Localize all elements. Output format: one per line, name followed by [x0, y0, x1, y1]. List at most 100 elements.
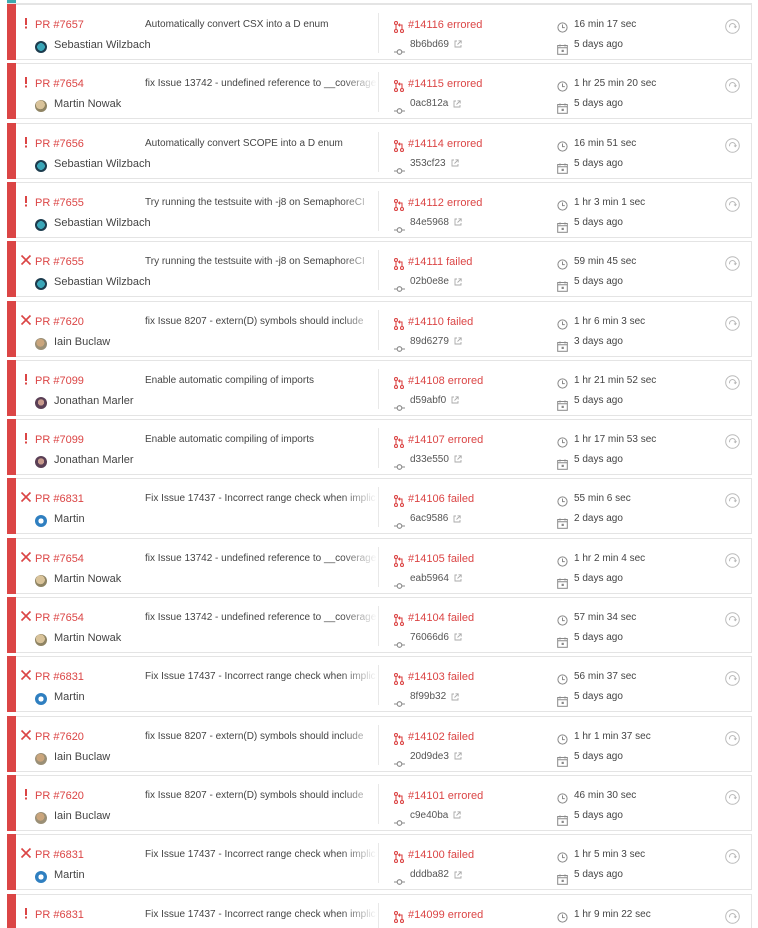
commit-link[interactable]: 20d9de3: [410, 751, 462, 762]
build-number-link[interactable]: #14112 errored: [408, 197, 482, 209]
build-row[interactable]: PR #6831 Fix Issue 17437 - Incorrect rang…: [7, 834, 752, 891]
author-name: Martin Nowak: [54, 98, 122, 111]
pr-link[interactable]: PR #7099: [35, 434, 84, 446]
commit-link[interactable]: d59abf0: [410, 395, 459, 406]
pr-link[interactable]: PR #7656: [35, 138, 84, 150]
cross-icon: [20, 314, 32, 326]
commit-link[interactable]: 02b0e8e: [410, 276, 462, 287]
build-row[interactable]: PR #7655 Try running the testsuite with -…: [7, 181, 752, 238]
avatar: [35, 100, 47, 113]
calendar-icon: [557, 220, 568, 233]
commit-link[interactable]: eab5964: [410, 573, 462, 584]
commit-link[interactable]: 8b6bd69: [410, 39, 462, 50]
pr-link[interactable]: PR #7620: [35, 790, 84, 802]
build-row[interactable]: PR #6831 Fix Issue 17437 - Incorrect rang…: [7, 656, 752, 713]
pr-link[interactable]: PR #7620: [35, 316, 84, 328]
build-number-link[interactable]: #14116 errored: [408, 19, 482, 31]
build-row[interactable]: PR #7654 fix Issue 13742 - undefined refe…: [7, 597, 752, 653]
restart-icon[interactable]: [725, 137, 740, 153]
pr-link[interactable]: PR #7099: [35, 375, 84, 387]
build-duration: 1 hr 2 min 4 sec: [574, 552, 646, 564]
pr-link[interactable]: PR #6831: [35, 671, 84, 683]
commit-link[interactable]: 6ac9586: [410, 513, 462, 524]
build-row[interactable]: PR #7620 fix Issue 8207 - extern(D) symbo…: [7, 774, 752, 831]
restart-icon[interactable]: [725, 730, 740, 746]
pr-link[interactable]: PR #7654: [35, 553, 84, 565]
build-row[interactable]: PR #7654 fix Issue 13742 - undefined refe…: [7, 537, 752, 594]
pr-title: Fix Issue 17437 - Incorrect range check …: [145, 908, 377, 920]
commit-icon: [394, 755, 405, 767]
build-row[interactable]: PR #6831 Fix Issue 17437 - Incorrect rang…: [7, 478, 752, 535]
commit-sha: 8f99b32: [410, 691, 447, 703]
build-row[interactable]: PR #7655 Try running the testsuite with -…: [7, 241, 752, 298]
pull-request-icon: [393, 198, 405, 211]
pr-link[interactable]: PR #7657: [35, 19, 84, 31]
avatar: [35, 871, 47, 884]
build-number-link[interactable]: #14105 failed: [408, 553, 474, 565]
build-number-link[interactable]: #14115 errored: [408, 78, 482, 90]
external-link-icon: [451, 159, 459, 167]
build-number-link[interactable]: #14111 failed: [408, 256, 472, 268]
commit-link[interactable]: dddba82: [410, 869, 462, 880]
build-number-link[interactable]: #14104 failed: [408, 612, 474, 624]
build-row[interactable]: PR #7620 fix Issue 8207 - extern(D) symbo…: [7, 300, 752, 357]
build-date: 5 days ago: [574, 572, 623, 584]
commit-sha: 76066d6: [410, 632, 449, 643]
build-number-link[interactable]: #14101 errored: [408, 790, 483, 802]
build-number-link[interactable]: #14103 failed: [408, 671, 474, 683]
build-row[interactable]: PR #7657 Automatically convert CSX into a…: [7, 4, 752, 60]
restart-icon[interactable]: [725, 671, 740, 687]
restart-icon[interactable]: [725, 19, 740, 34]
build-row[interactable]: PR #7656 Automatically convert SCOPE into…: [7, 122, 752, 179]
restart-icon[interactable]: [725, 256, 740, 271]
build-row[interactable]: PR #7654 fix Issue 13742 - undefined refe…: [7, 63, 752, 120]
restart-icon[interactable]: [725, 197, 740, 212]
restart-icon[interactable]: [725, 493, 740, 509]
build-duration: 57 min 34 sec: [574, 612, 637, 623]
restart-icon[interactable]: [725, 790, 740, 805]
pr-link[interactable]: PR #6831: [35, 909, 84, 921]
commit-link[interactable]: 0ac812a: [410, 98, 462, 109]
restart-icon[interactable]: [725, 552, 740, 568]
build-number-link[interactable]: #14100 failed: [408, 849, 474, 861]
pr-title: Fix Issue 17437 - Incorrect range check …: [145, 671, 377, 683]
build-number-link[interactable]: #14114 errored: [408, 138, 482, 150]
restart-icon[interactable]: [725, 78, 740, 94]
build-number-link[interactable]: #14107 errored: [408, 434, 483, 446]
build-row[interactable]: PR #7620 fix Issue 8207 - extern(D) symbo…: [7, 715, 752, 772]
commit-link[interactable]: 8f99b32: [410, 691, 459, 702]
pr-link[interactable]: PR #6831: [35, 849, 84, 861]
restart-icon[interactable]: [725, 849, 740, 864]
commit-link[interactable]: 84e5968: [410, 217, 462, 228]
commit-link[interactable]: d33e550: [410, 454, 462, 465]
build-number-link[interactable]: #14110 failed: [408, 316, 473, 328]
build-number-link[interactable]: #14102 failed: [408, 731, 474, 743]
avatar: [35, 574, 47, 587]
build-row[interactable]: PR #7099 Enable automatic compiling of im…: [7, 419, 752, 476]
commit-link[interactable]: 353cf23: [410, 158, 459, 169]
restart-icon[interactable]: [725, 908, 740, 924]
commit-sha: 02b0e8e: [410, 276, 449, 288]
restart-icon[interactable]: [725, 612, 740, 627]
column-divider: [378, 724, 379, 765]
build-date: 5 days ago: [574, 691, 623, 703]
pr-link[interactable]: PR #7654: [35, 78, 84, 90]
restart-icon[interactable]: [725, 434, 740, 449]
build-number-link[interactable]: #14108 errored: [408, 375, 483, 387]
commit-link[interactable]: 89d6279: [410, 336, 462, 347]
pr-link[interactable]: PR #6831: [35, 493, 84, 505]
author-name: Sebastian Wilzbach: [54, 276, 151, 289]
pr-link[interactable]: PR #7655: [35, 197, 84, 209]
build-number-link[interactable]: #14099 errored: [408, 909, 483, 921]
build-row[interactable]: PR #7099 Enable automatic compiling of im…: [7, 359, 752, 416]
commit-link[interactable]: c9e40ba: [410, 810, 462, 821]
build-row[interactable]: PR #6831 Fix Issue 17437 - Incorrect rang…: [7, 893, 752, 928]
restart-icon[interactable]: [725, 315, 740, 331]
pr-link[interactable]: PR #7655: [35, 256, 84, 268]
commit-link[interactable]: 76066d6: [410, 632, 462, 643]
build-duration: 16 min 51 sec: [574, 137, 637, 149]
pr-link[interactable]: PR #7654: [35, 612, 84, 624]
build-number-link[interactable]: #14106 failed: [408, 493, 474, 505]
pr-link[interactable]: PR #7620: [35, 731, 84, 743]
restart-icon[interactable]: [725, 374, 740, 390]
